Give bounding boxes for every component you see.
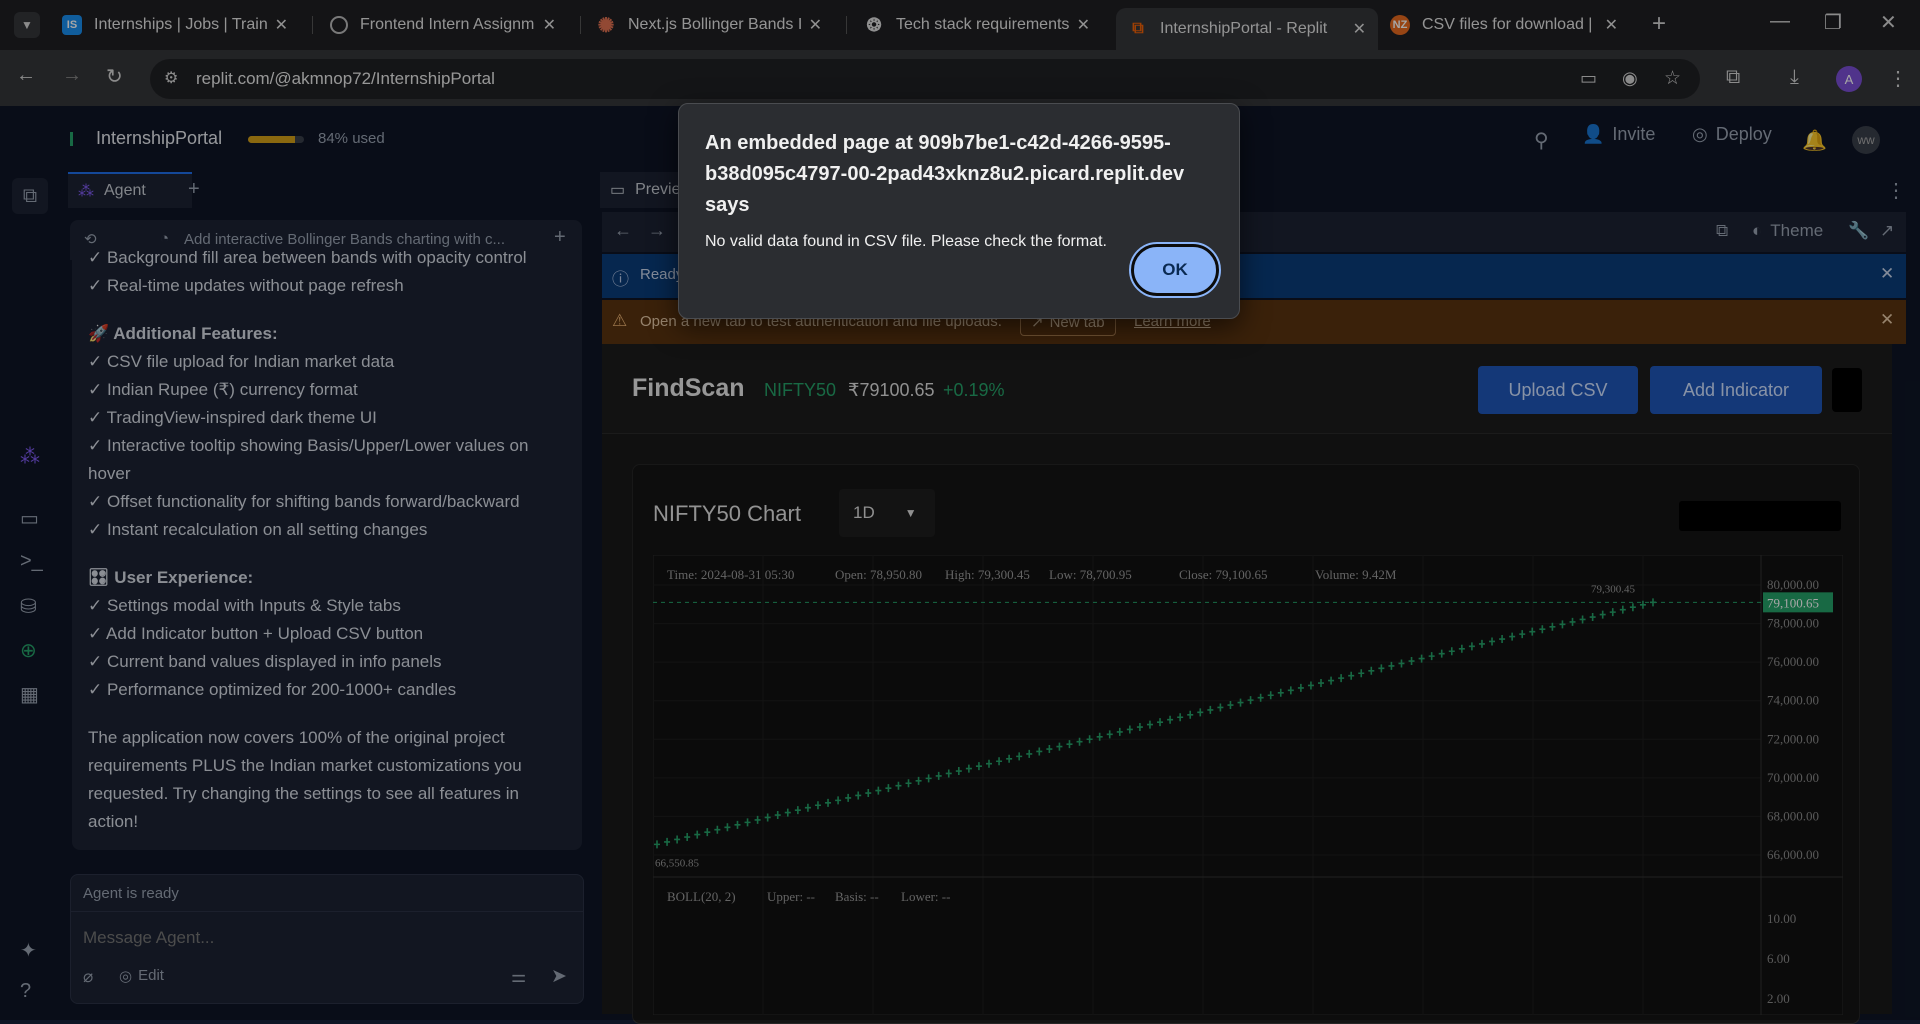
dialog-title: An embedded page at 909b7be1-c42d-4266-9… <box>705 132 1185 216</box>
alert-dialog: An embedded page at 909b7be1-c42d-4266-9… <box>678 103 1240 319</box>
dialog-message: No valid data found in CSV file. Please … <box>705 233 1107 250</box>
ok-button[interactable]: OK <box>1129 242 1221 298</box>
